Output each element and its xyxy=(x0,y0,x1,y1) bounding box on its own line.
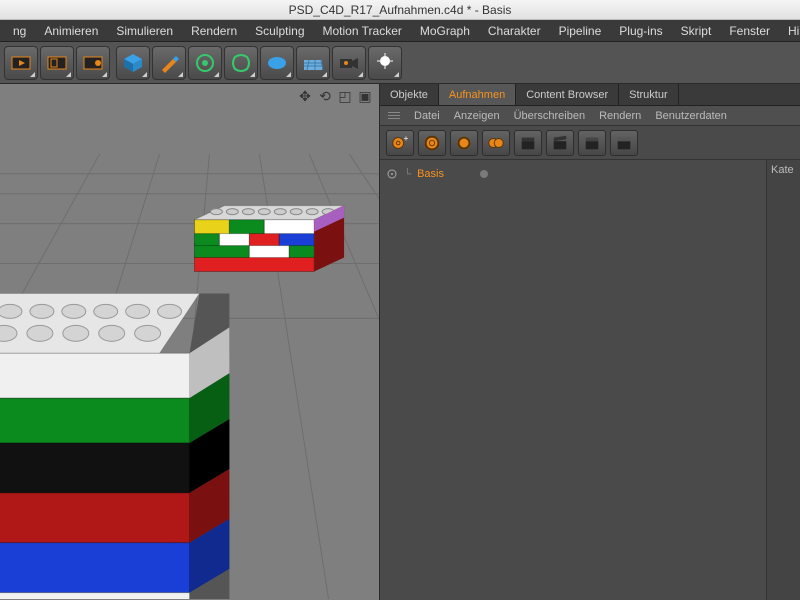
tab-content-browser[interactable]: Content Browser xyxy=(516,84,619,105)
viewport-3d[interactable]: ✥ ⟲ ◰ ▣ xyxy=(0,84,380,600)
main-toolbar xyxy=(0,42,800,84)
cube-primitive-button[interactable] xyxy=(116,46,150,80)
tree-right-column: Kate xyxy=(766,160,800,600)
environment-button[interactable] xyxy=(260,46,294,80)
menu-item[interactable]: Motion Tracker xyxy=(314,20,411,42)
takes-tree: └ Basis Kate xyxy=(380,160,800,600)
tree-row[interactable]: └ Basis xyxy=(386,164,760,184)
deformer-button[interactable] xyxy=(224,46,258,80)
tree-body[interactable]: └ Basis xyxy=(380,160,766,600)
clapper-3-button[interactable] xyxy=(578,130,606,156)
panel-menu-item[interactable]: Anzeigen xyxy=(454,110,500,122)
menu-item[interactable]: Plug-ins xyxy=(610,20,671,42)
menu-item[interactable]: Pipeline xyxy=(550,20,611,42)
menu-item[interactable]: Rendern xyxy=(182,20,246,42)
floor-button[interactable] xyxy=(296,46,330,80)
panel-menu-item[interactable]: Benutzerdaten xyxy=(655,110,727,122)
light-button[interactable] xyxy=(368,46,402,80)
panel-menu-item[interactable]: Rendern xyxy=(599,110,641,122)
viewport-scene xyxy=(0,84,379,599)
right-panel: Objekte Aufnahmen Content Browser Strukt… xyxy=(380,84,800,600)
render-button[interactable] xyxy=(4,46,38,80)
menu-item[interactable]: ng xyxy=(4,20,35,42)
panel-menubar: Datei Anzeigen Überschreiben Rendern Ben… xyxy=(380,106,800,126)
tab-struktur[interactable]: Struktur xyxy=(619,84,679,105)
take-new-button[interactable]: + xyxy=(386,130,414,156)
camera-button[interactable] xyxy=(332,46,366,80)
take-auto-button[interactable] xyxy=(418,130,446,156)
menu-item[interactable]: Sculpting xyxy=(246,20,313,42)
panel-menu-item[interactable]: Datei xyxy=(414,110,440,122)
menu-item[interactable]: Fenster xyxy=(720,20,779,42)
clapper-1-button[interactable] xyxy=(514,130,542,156)
tab-objekte[interactable]: Objekte xyxy=(380,84,439,105)
status-dot-icon xyxy=(480,170,488,178)
window-titlebar: PSD_C4D_R17_Aufnahmen.c4d * - Basis xyxy=(0,0,800,20)
panel-tabs: Objekte Aufnahmen Content Browser Strukt… xyxy=(380,84,800,106)
take-override-button[interactable] xyxy=(450,130,478,156)
window-title: PSD_C4D_R17_Aufnahmen.c4d * - Basis xyxy=(289,3,512,17)
expand-icon[interactable]: └ xyxy=(404,169,411,180)
svg-text:+: + xyxy=(404,134,409,143)
target-icon xyxy=(386,168,398,180)
spline-pen-button[interactable] xyxy=(152,46,186,80)
panel-toolbar: + xyxy=(380,126,800,160)
clapper-2-button[interactable] xyxy=(546,130,574,156)
take-group-button[interactable] xyxy=(482,130,510,156)
render-region-button[interactable] xyxy=(40,46,74,80)
take-label[interactable]: Basis xyxy=(417,168,444,180)
column-header: Kate xyxy=(771,164,794,176)
generator-button[interactable] xyxy=(188,46,222,80)
menu-item[interactable]: Hilf xyxy=(779,20,800,42)
drag-handle-icon[interactable] xyxy=(388,112,400,119)
panel-menu-item[interactable]: Überschreiben xyxy=(514,110,586,122)
menu-item[interactable]: Animieren xyxy=(35,20,107,42)
menu-item[interactable]: Simulieren xyxy=(107,20,182,42)
menu-item[interactable]: MoGraph xyxy=(411,20,479,42)
tab-aufnahmen[interactable]: Aufnahmen xyxy=(439,84,516,105)
clapper-4-button[interactable] xyxy=(610,130,638,156)
menu-item[interactable]: Skript xyxy=(672,20,721,42)
main-menubar: ng Animieren Simulieren Rendern Sculptin… xyxy=(0,20,800,42)
render-settings-button[interactable] xyxy=(76,46,110,80)
menu-item[interactable]: Charakter xyxy=(479,20,550,42)
